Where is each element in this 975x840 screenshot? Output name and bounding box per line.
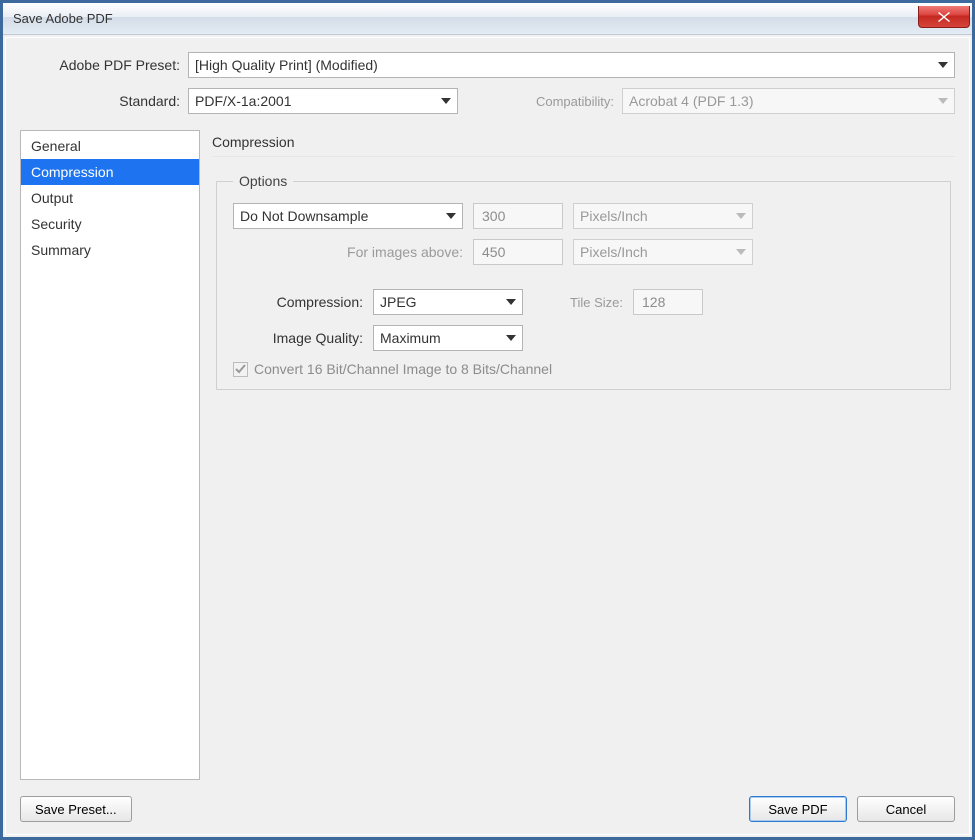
main-area: General Compression Output Security Summ…	[20, 130, 955, 780]
category-sidebar: General Compression Output Security Summ…	[20, 130, 200, 780]
resolution-input: 300	[473, 203, 563, 229]
tile-size-input: 128	[633, 289, 703, 315]
above-input: 450	[473, 239, 563, 265]
dialog-footer: Save Preset... Save PDF Cancel	[20, 796, 955, 822]
close-icon	[937, 11, 951, 22]
compression-label: Compression:	[233, 294, 363, 310]
compatibility-value: Acrobat 4 (PDF 1.3)	[629, 93, 754, 109]
options-legend: Options	[233, 173, 293, 189]
chevron-down-icon	[506, 299, 516, 305]
sidebar-item-summary[interactable]: Summary	[21, 237, 199, 263]
sidebar-item-security[interactable]: Security	[21, 211, 199, 237]
above-unit-select: Pixels/Inch	[573, 239, 753, 265]
dialog-window: Save Adobe PDF Adobe PDF Preset: [High Q…	[0, 0, 975, 840]
standard-compat-row: Standard: PDF/X-1a:2001 Compatibility: A…	[20, 88, 955, 114]
above-row: For images above: 450 Pixels/Inch	[233, 239, 934, 265]
tile-size-value: 128	[642, 294, 665, 310]
sidebar-item-label: Compression	[31, 164, 113, 180]
save-pdf-label: Save PDF	[768, 802, 827, 817]
downsample-select[interactable]: Do Not Downsample	[233, 203, 463, 229]
above-value: 450	[482, 244, 505, 260]
preset-row: Adobe PDF Preset: [High Quality Print] (…	[20, 52, 955, 78]
compression-value: JPEG	[380, 294, 417, 310]
quality-value: Maximum	[380, 330, 441, 346]
chevron-down-icon	[441, 98, 451, 104]
standard-value: PDF/X-1a:2001	[195, 93, 292, 109]
tile-size-label: Tile Size:	[533, 295, 623, 310]
compression-select[interactable]: JPEG	[373, 289, 523, 315]
chevron-down-icon	[938, 62, 948, 68]
standard-label: Standard:	[20, 93, 180, 109]
standard-select[interactable]: PDF/X-1a:2001	[188, 88, 458, 114]
quality-select[interactable]: Maximum	[373, 325, 523, 351]
sidebar-item-label: Security	[31, 216, 82, 232]
resolution-unit-value: Pixels/Inch	[580, 208, 648, 224]
resolution-unit-select: Pixels/Inch	[573, 203, 753, 229]
quality-label: Image Quality:	[233, 330, 363, 346]
preset-select[interactable]: [High Quality Print] (Modified)	[188, 52, 955, 78]
chevron-down-icon	[938, 98, 948, 104]
client-area: Adobe PDF Preset: [High Quality Print] (…	[5, 37, 970, 835]
sidebar-item-general[interactable]: General	[21, 133, 199, 159]
compatibility-label: Compatibility:	[494, 94, 614, 109]
cancel-button[interactable]: Cancel	[857, 796, 955, 822]
cancel-label: Cancel	[886, 802, 926, 817]
convert-16bit-checkbox	[233, 362, 248, 377]
preset-label: Adobe PDF Preset:	[20, 57, 180, 73]
save-pdf-button[interactable]: Save PDF	[749, 796, 847, 822]
panel-title: Compression	[212, 130, 955, 156]
chevron-down-icon	[506, 335, 516, 341]
above-label: For images above:	[233, 244, 463, 260]
divider	[212, 156, 955, 157]
resolution-value: 300	[482, 208, 505, 224]
downsample-row: Do Not Downsample 300 Pixels/Inch	[233, 203, 934, 229]
compatibility-select: Acrobat 4 (PDF 1.3)	[622, 88, 955, 114]
sidebar-item-output[interactable]: Output	[21, 185, 199, 211]
convert-16bit-row: Convert 16 Bit/Channel Image to 8 Bits/C…	[233, 361, 934, 377]
above-unit-value: Pixels/Inch	[580, 244, 648, 260]
check-icon	[235, 364, 246, 375]
chevron-down-icon	[736, 249, 746, 255]
close-button[interactable]	[918, 6, 970, 28]
save-preset-button[interactable]: Save Preset...	[20, 796, 132, 822]
downsample-value: Do Not Downsample	[240, 208, 368, 224]
chevron-down-icon	[736, 213, 746, 219]
convert-16bit-label: Convert 16 Bit/Channel Image to 8 Bits/C…	[254, 361, 552, 377]
preset-value: [High Quality Print] (Modified)	[195, 57, 378, 73]
options-fieldset: Options Do Not Downsample 300 Pixels/Inc…	[216, 173, 951, 390]
sidebar-item-label: Summary	[31, 242, 91, 258]
save-preset-label: Save Preset...	[35, 802, 117, 817]
settings-panel: Compression Options Do Not Downsample 30…	[212, 130, 955, 780]
chevron-down-icon	[446, 213, 456, 219]
quality-row: Image Quality: Maximum	[233, 325, 934, 351]
sidebar-item-label: General	[31, 138, 81, 154]
sidebar-item-compression[interactable]: Compression	[21, 159, 199, 185]
titlebar: Save Adobe PDF	[3, 3, 972, 35]
window-title: Save Adobe PDF	[13, 11, 113, 26]
sidebar-item-label: Output	[31, 190, 73, 206]
compression-row: Compression: JPEG Tile Size: 128	[233, 289, 934, 315]
